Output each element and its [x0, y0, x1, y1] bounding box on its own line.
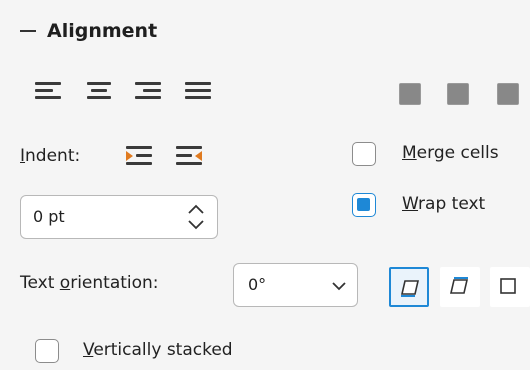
- spin-arrows-icon[interactable]: [185, 202, 207, 232]
- decrease-indent-icon: [176, 145, 206, 169]
- alignment-section-header[interactable]: Alignment: [20, 20, 157, 42]
- align-justify-button[interactable]: [185, 80, 215, 102]
- merge-cells-checkbox[interactable]: [352, 142, 376, 166]
- indent-spinbox[interactable]: 0 pt: [20, 195, 218, 239]
- orientation-top-button[interactable]: [440, 267, 480, 307]
- merge-cells-label: Merge cells: [402, 143, 499, 163]
- align-left-icon: [35, 80, 65, 102]
- section-title: Alignment: [47, 20, 158, 42]
- align-justify-icon: [185, 80, 215, 102]
- text-orientation-dropdown[interactable]: 0°: [233, 263, 358, 307]
- align-middle-icon: [448, 84, 468, 104]
- vertically-stacked-label: Vertically stacked: [83, 340, 233, 360]
- indent-label: Indent:: [20, 146, 81, 166]
- decrease-indent-button[interactable]: [176, 145, 206, 169]
- align-left-button[interactable]: [35, 80, 65, 102]
- align-bottom-icon: [498, 84, 518, 104]
- orientation-cell-icon: [500, 278, 516, 294]
- align-top-button[interactable]: [399, 83, 421, 105]
- align-top-icon: [400, 84, 420, 104]
- orientation-cell-button[interactable]: [490, 267, 530, 307]
- align-right-icon: [135, 80, 165, 102]
- vertically-stacked-checkbox[interactable]: [35, 339, 59, 363]
- text-orientation-value: 0°: [248, 275, 267, 294]
- align-middle-button[interactable]: [447, 83, 469, 105]
- align-center-button[interactable]: [85, 80, 115, 102]
- chevron-down-icon: [331, 278, 347, 292]
- wrap-text-checkbox[interactable]: [352, 193, 376, 217]
- align-right-button[interactable]: [135, 80, 165, 102]
- orientation-bottom-icon: [400, 280, 420, 297]
- orientation-bottom-button[interactable]: [389, 267, 429, 307]
- increase-indent-button[interactable]: [126, 145, 156, 169]
- align-bottom-button[interactable]: [497, 83, 519, 105]
- wrap-text-label: Wrap text: [402, 194, 486, 214]
- checkbox-fill-icon: [357, 198, 370, 211]
- indent-value[interactable]: 0 pt: [33, 207, 65, 226]
- orientation-top-icon: [449, 277, 469, 294]
- align-center-icon: [85, 80, 115, 102]
- text-orientation-label: Text orientation:: [20, 273, 159, 293]
- minus-icon[interactable]: [20, 30, 36, 32]
- increase-indent-icon: [126, 145, 156, 169]
